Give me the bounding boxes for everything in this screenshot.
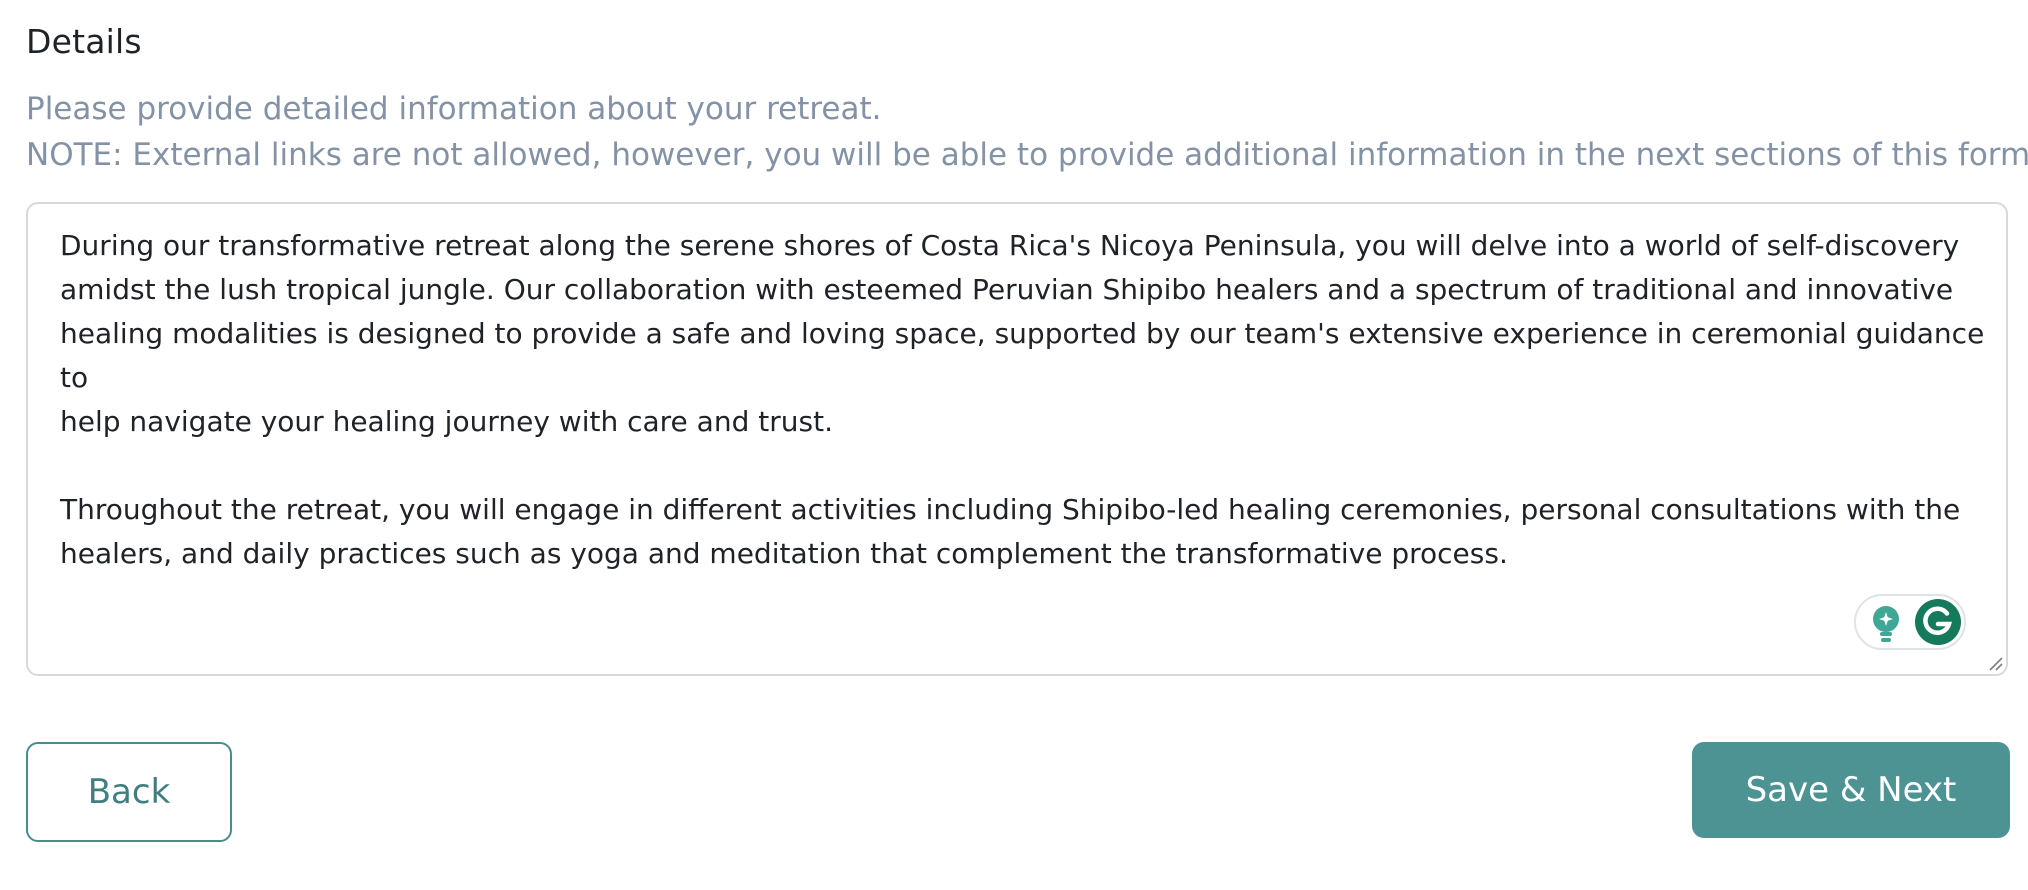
help-text-note: NOTE: External links are not allowed, ho…	[26, 137, 2028, 173]
retreat-details-form: Details Please provide detailed informat…	[0, 0, 2028, 890]
details-textarea[interactable]: During our transformative retreat along …	[26, 202, 2008, 676]
help-text: Please provide detailed information abou…	[26, 86, 2028, 178]
save-next-button[interactable]: Save & Next	[1692, 742, 2010, 838]
section-title: Details	[26, 22, 142, 61]
help-text-line-1: Please provide detailed information abou…	[26, 91, 882, 127]
lightbulb-icon[interactable]	[1868, 604, 1904, 644]
resize-handle-icon[interactable]	[1986, 654, 2004, 672]
back-button[interactable]: Back	[26, 742, 232, 842]
grammarly-widget[interactable]	[1854, 594, 1966, 650]
details-textarea-value[interactable]: During our transformative retreat along …	[60, 224, 1990, 576]
grammarly-g-icon[interactable]	[1914, 598, 1962, 646]
